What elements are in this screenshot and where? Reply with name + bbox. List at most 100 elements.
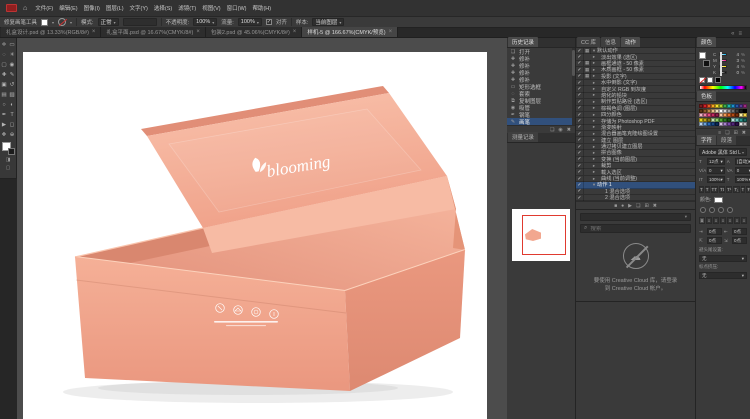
- panel-menu-icon[interactable]: ≡: [738, 31, 742, 37]
- toggle-item-on-icon[interactable]: ✓: [576, 48, 584, 54]
- kinsoku-select[interactable]: 无▾: [699, 255, 747, 262]
- color-swatch[interactable]: [711, 104, 715, 108]
- type-style-button[interactable]: T: [705, 186, 710, 193]
- stop-icon[interactable]: ■: [614, 203, 617, 209]
- color-swatch[interactable]: [711, 118, 715, 122]
- channel-slider[interactable]: [719, 65, 727, 68]
- toggle-item-on-icon[interactable]: ✓: [576, 60, 584, 66]
- round-button[interactable]: [709, 207, 715, 213]
- new-snapshot-icon[interactable]: ◉: [558, 127, 562, 133]
- field-value[interactable]: 100%▾: [735, 176, 750, 183]
- play-icon[interactable]: ▶: [628, 203, 632, 209]
- toggle-item-on-icon[interactable]: ✓: [576, 150, 584, 156]
- field-value[interactable]: 0▾: [707, 167, 725, 174]
- color-swatch[interactable]: [719, 109, 723, 113]
- type-style-button[interactable]: TT: [711, 186, 719, 193]
- flow-select[interactable]: 100%▾: [238, 18, 262, 26]
- new-document-from-state-icon[interactable]: ❏: [550, 127, 554, 133]
- color-swatch[interactable]: [731, 104, 735, 108]
- field-value[interactable]: 0点: [732, 228, 747, 235]
- toggle-item-on-icon[interactable]: ✓: [576, 86, 584, 92]
- tab-color[interactable]: 颜色: [697, 37, 716, 47]
- tab-段落[interactable]: 段落: [717, 135, 736, 145]
- color-swatch[interactable]: [735, 104, 739, 108]
- color-swatch[interactable]: [703, 109, 707, 113]
- toggle-item-on-icon[interactable]: ✓: [576, 137, 584, 143]
- color-swatch[interactable]: [715, 122, 719, 126]
- tool-type[interactable]: T: [8, 110, 16, 120]
- align-button[interactable]: ≡: [727, 217, 733, 224]
- align-button[interactable]: ≡: [741, 217, 747, 224]
- tool-clone-stamp[interactable]: ▣: [0, 80, 8, 90]
- tool-lasso[interactable]: ◌: [0, 50, 8, 60]
- type-color-swatch[interactable]: [714, 197, 723, 203]
- color-swatch[interactable]: [743, 118, 747, 122]
- color-swatch[interactable]: [719, 104, 723, 108]
- type-style-button[interactable]: T₁: [733, 186, 739, 193]
- round-button[interactable]: [727, 207, 733, 213]
- history-item[interactable]: ✚修补: [507, 69, 575, 76]
- tool-eyedropper[interactable]: ◉: [8, 60, 16, 70]
- slider-handle[interactable]: [720, 70, 722, 76]
- menu-item[interactable]: 选择(S): [152, 3, 174, 13]
- tool-healing-brush[interactable]: ✚: [0, 70, 8, 80]
- color-swatch[interactable]: [711, 122, 715, 126]
- field-value[interactable]: 12点▾: [707, 158, 725, 165]
- color-swatch[interactable]: [719, 118, 723, 122]
- toggle-item-on-icon[interactable]: ✓: [576, 156, 584, 162]
- color-swatch[interactable]: [703, 113, 707, 117]
- toggle-item-on-icon[interactable]: ✓: [576, 163, 584, 169]
- tab-CC 库[interactable]: CC 库: [577, 37, 600, 47]
- type-style-button[interactable]: T¹: [726, 186, 732, 193]
- color-swatch[interactable]: [743, 113, 747, 117]
- color-swatch[interactable]: [727, 113, 731, 117]
- align-button[interactable]: ≡: [713, 217, 719, 224]
- color-swatch[interactable]: [719, 113, 723, 117]
- tool-move[interactable]: ✛: [0, 40, 8, 50]
- toggle-item-on-icon[interactable]: ✓: [576, 92, 584, 98]
- type-style-button[interactable]: T: [699, 186, 704, 193]
- mode-select[interactable]: 正常▾: [98, 18, 119, 26]
- menu-item[interactable]: 文字(Y): [128, 3, 150, 13]
- new-action-icon[interactable]: ⊞: [645, 203, 649, 209]
- history-item[interactable]: ❏打开: [507, 48, 575, 55]
- color-swatch[interactable]: [699, 113, 703, 117]
- color-swatch[interactable]: [723, 118, 727, 122]
- color-swatch[interactable]: [731, 118, 735, 122]
- library-select[interactable]: ▾: [580, 213, 691, 221]
- color-swatch[interactable]: [707, 122, 711, 126]
- color-swatch[interactable]: [699, 122, 703, 126]
- color-swatch[interactable]: [711, 113, 715, 117]
- tool-blur[interactable]: ○: [0, 100, 8, 110]
- scrollbar[interactable]: [572, 48, 575, 125]
- color-swatch[interactable]: [739, 109, 743, 113]
- toggle-item-on-icon[interactable]: ✓: [576, 195, 584, 201]
- history-item[interactable]: ✎画笔: [507, 118, 575, 125]
- color-swatch[interactable]: [703, 122, 707, 126]
- sample-select[interactable]: 当前图层▾: [312, 18, 344, 26]
- toggle-item-on-icon[interactable]: ✓: [576, 105, 584, 111]
- field-value[interactable]: 0点: [707, 228, 722, 235]
- tab-动作[interactable]: 动作: [621, 37, 640, 47]
- record-icon[interactable]: ●: [621, 203, 624, 209]
- tool-zoom[interactable]: ⊕: [8, 130, 16, 140]
- color-swatch[interactable]: [707, 104, 711, 108]
- toggle-item-on-icon[interactable]: ✓: [576, 144, 584, 150]
- history-item[interactable]: ⧉复制图层: [507, 97, 575, 104]
- toggle-item-on-icon[interactable]: ✓: [576, 124, 584, 130]
- tool-magic-wand[interactable]: ✳: [8, 50, 16, 60]
- field-value[interactable]: 0▾: [735, 167, 750, 174]
- color-swatch[interactable]: [715, 113, 719, 117]
- mojikumi-select[interactable]: 无▾: [699, 272, 747, 279]
- color-swatch[interactable]: [735, 113, 739, 117]
- quick-mask-icon[interactable]: ◨: [0, 157, 16, 163]
- color-swatch[interactable]: [739, 118, 743, 122]
- tool-path-selection[interactable]: ▶: [0, 120, 8, 130]
- brush-preset-icon[interactable]: [58, 18, 66, 26]
- delete-icon[interactable]: ✖: [567, 127, 571, 133]
- tab-信息[interactable]: 信息: [601, 37, 620, 47]
- tool-shape[interactable]: ◻: [8, 120, 16, 130]
- dialog-toggle-icon[interactable]: ▦: [584, 73, 591, 79]
- color-swatch[interactable]: [743, 104, 747, 108]
- color-swatch[interactable]: [707, 113, 711, 117]
